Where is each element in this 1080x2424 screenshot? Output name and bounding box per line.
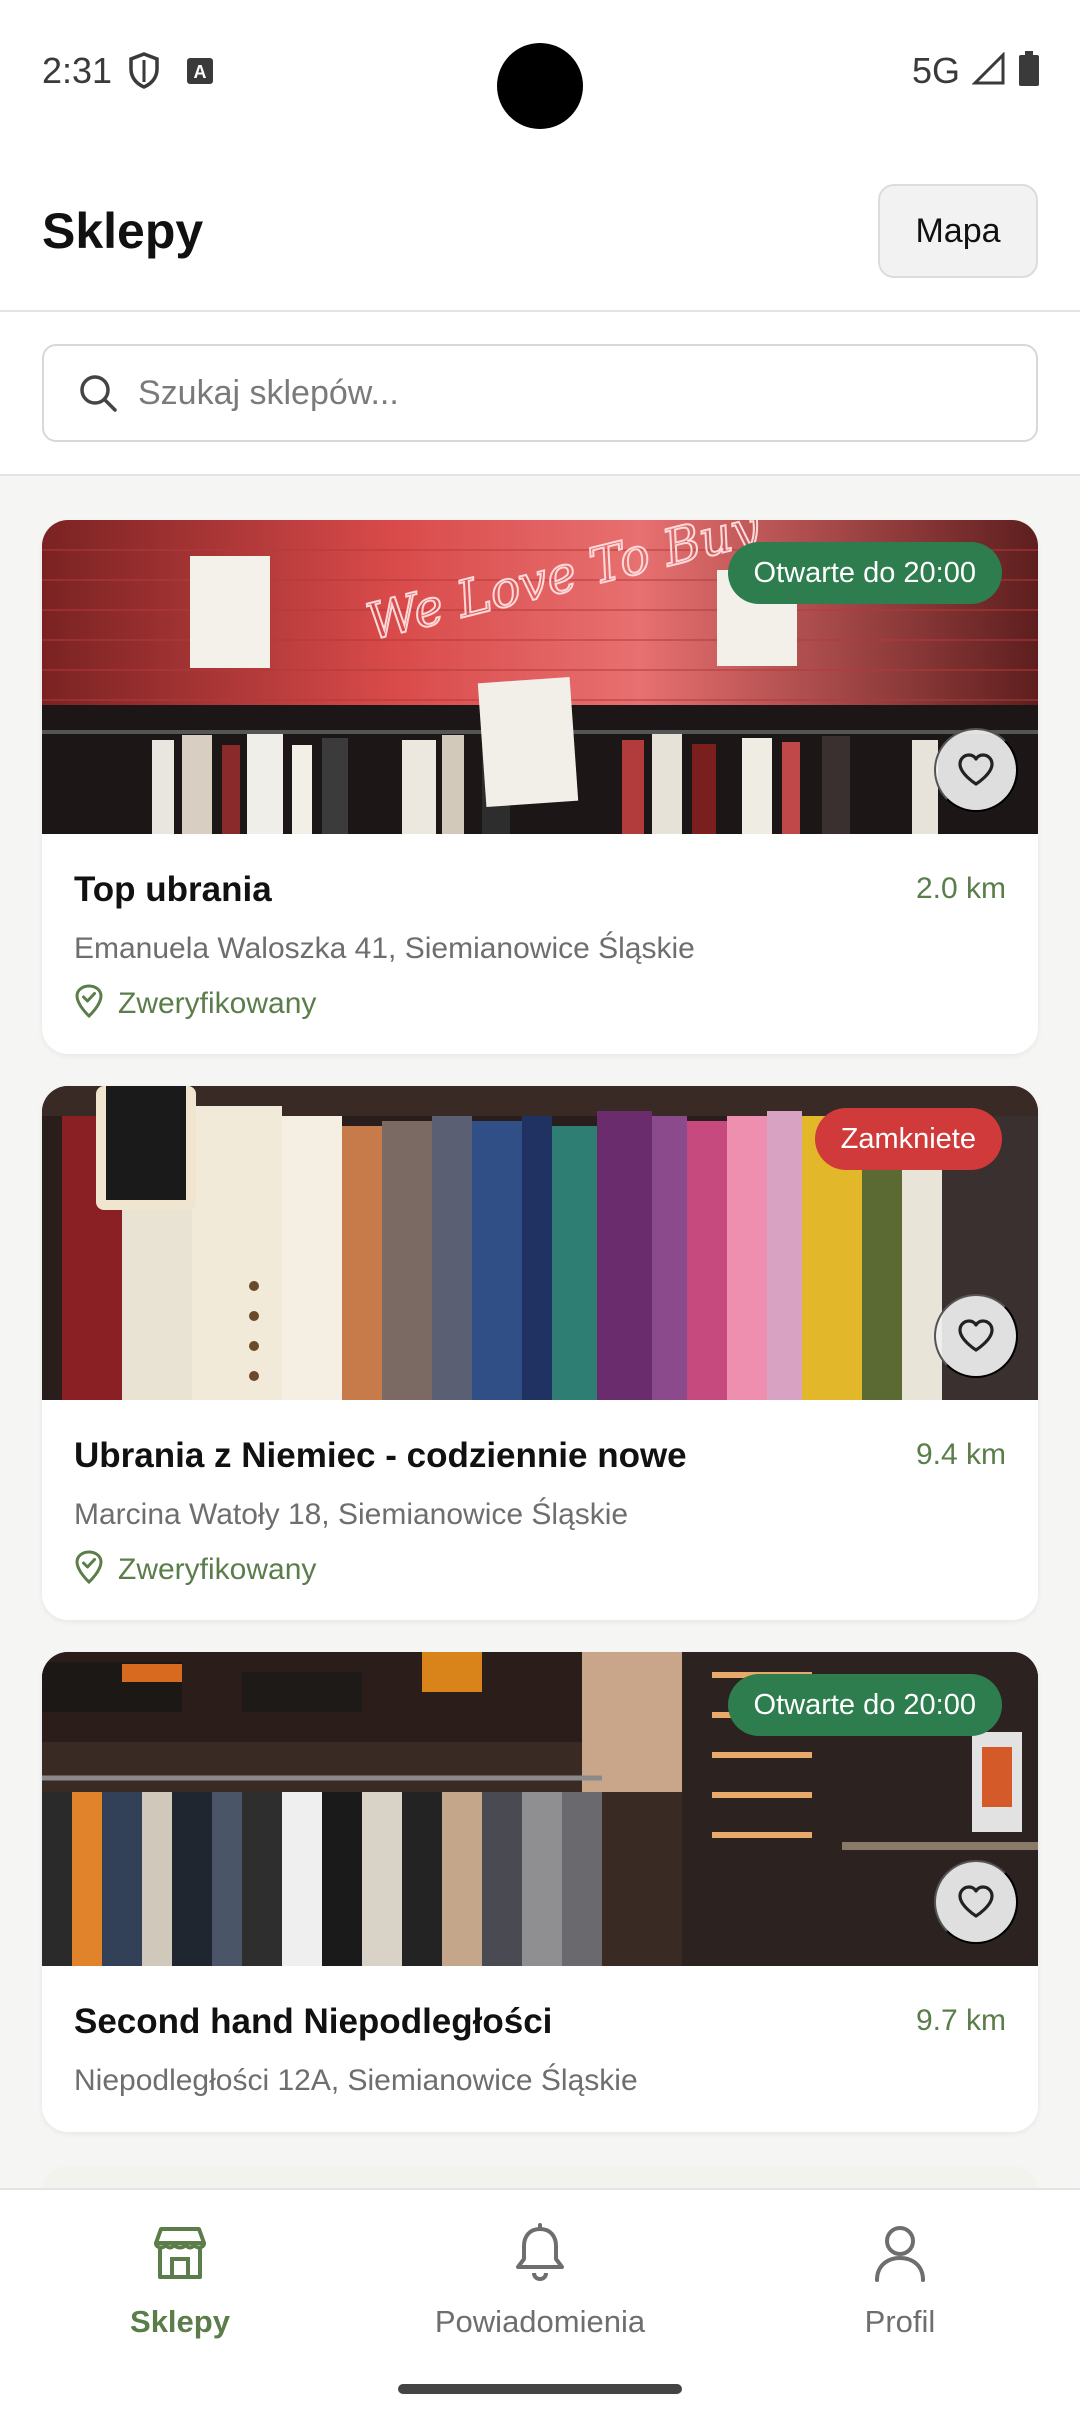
shop-card[interactable]: Zamkniete Ubrania z Niemiec - codziennie…	[42, 1086, 1038, 1620]
person-icon	[872, 2223, 928, 2288]
screen: 2:31 A 5G Sklepy Mapa Szukaj sklepów... …	[0, 0, 1080, 2424]
shield-icon	[128, 52, 160, 95]
nav-item-profil[interactable]: Profil	[720, 2220, 1080, 2340]
app-header: Sklepy Mapa	[0, 140, 1080, 312]
shop-name: Top ubrania	[74, 870, 272, 909]
shop-card[interactable]: Otwarte do 20:00 Second hand Niepodległo…	[42, 1652, 1038, 2132]
verified-row: Zweryfikowany	[74, 1550, 1006, 1589]
status-bar: 2:31 A 5G	[0, 0, 1080, 140]
verified-label: Zweryfikowany	[118, 1552, 317, 1586]
signal-icon	[971, 50, 1006, 91]
heart-icon	[957, 1885, 995, 1919]
network-type: 5G	[911, 50, 960, 91]
shop-card[interactable]: We Love To Buy Otwarte do 20:00 Top ubra…	[42, 520, 1038, 1054]
nav-label: Sklepy	[130, 2304, 230, 2339]
search-icon	[78, 373, 118, 413]
verified-icon	[74, 984, 104, 1023]
favorite-button[interactable]	[934, 1294, 1018, 1378]
shop-name: Ubrania z Niemiec - codziennie nowe	[74, 1436, 687, 1475]
shop-address: Niepodległości 12A, Siemianowice Śląskie	[74, 2064, 638, 2097]
heart-icon	[957, 753, 995, 787]
verified-label: Zweryfikowany	[118, 986, 317, 1020]
shop-distance: 2.0 km	[915, 872, 1006, 905]
status-badge: Otwarte do 20:00	[727, 1674, 1002, 1736]
page-title: Sklepy	[42, 203, 204, 259]
a-badge-icon: A	[186, 57, 214, 90]
bell-icon	[511, 2222, 569, 2288]
shop-address: Marcina Watoły 18, Siemianowice Śląskie	[74, 1498, 629, 1531]
shop-image: Zamkniete	[42, 1086, 1038, 1400]
map-button[interactable]: Mapa	[878, 184, 1038, 278]
verified-row: Zweryfikowany	[74, 984, 1006, 1023]
store-icon	[150, 2223, 210, 2288]
svg-text:A: A	[194, 62, 207, 82]
shop-card-peek[interactable]	[42, 2166, 1038, 2188]
status-time: 2:31	[42, 50, 113, 91]
shop-name: Second hand Niepodległości	[74, 2002, 553, 2041]
battery-icon	[1018, 50, 1040, 92]
home-indicator[interactable]	[398, 2384, 682, 2394]
shop-list[interactable]: We Love To Buy Otwarte do 20:00 Top ubra…	[0, 476, 1080, 2188]
favorite-button[interactable]	[934, 1860, 1018, 1944]
status-badge: Otwarte do 20:00	[727, 542, 1002, 604]
shop-distance: 9.7 km	[915, 2004, 1006, 2037]
search-box[interactable]	[42, 344, 1038, 442]
shop-image: We Love To Buy Otwarte do 20:00	[42, 520, 1038, 834]
nav-item-powiadomienia[interactable]: Powiadomienia	[360, 2220, 720, 2340]
search-bar	[0, 312, 1080, 476]
nav-label: Powiadomienia	[434, 2304, 646, 2339]
nav-item-sklepy[interactable]: Sklepy	[0, 2220, 360, 2340]
shop-address: Emanuela Waloszka 41, Siemianowice Śląsk…	[74, 932, 695, 965]
shop-image: Otwarte do 20:00	[42, 1652, 1038, 1966]
search-input[interactable]	[138, 373, 998, 413]
shop-distance: 9.4 km	[915, 1438, 1006, 1471]
nav-label: Profil	[864, 2304, 936, 2339]
verified-icon	[74, 1550, 104, 1589]
camera-cutout	[497, 43, 583, 129]
favorite-button[interactable]	[934, 728, 1018, 812]
heart-icon	[957, 1319, 995, 1353]
status-badge: Zamkniete	[814, 1108, 1002, 1170]
